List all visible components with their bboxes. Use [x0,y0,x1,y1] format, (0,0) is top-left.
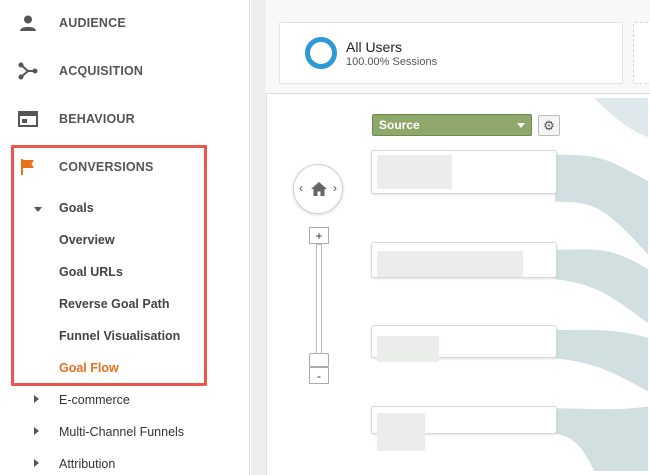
nav-conversions-label: CONVERSIONS [59,160,154,174]
nav-attribution[interactable]: Attribution [59,452,115,475]
zoom-in-button[interactable]: + [309,227,329,244]
nav-conversions[interactable]: CONVERSIONS [0,151,250,183]
flow-node[interactable] [371,406,557,451]
segment-bar: All Users 100.00% Sessions [266,0,650,94]
pan-left-button[interactable]: ‹ [299,181,303,195]
flow-node[interactable] [371,325,557,362]
source-dimension-label: Source [379,118,420,132]
chevron-right-icon [34,427,42,437]
gear-icon: ⚙ [543,117,555,133]
nav-behaviour[interactable]: BEHAVIOUR [0,103,250,135]
nav-audience-label: AUDIENCE [59,16,126,30]
nav-goal-urls[interactable]: Goal URLs [59,260,123,284]
zoom-out-button[interactable]: - [309,367,329,384]
redacted-label [377,413,425,451]
segment-subtitle: 100.00% Sessions [346,56,438,68]
nav-behaviour-label: BEHAVIOUR [59,112,135,126]
behaviour-icon [17,108,39,130]
nav-audience[interactable]: AUDIENCE [0,7,250,39]
nav-multi-channel-funnels[interactable]: Multi-Channel Funnels [59,420,184,444]
zoom-slider-handle[interactable] [309,353,329,367]
segment-card-all-users[interactable]: All Users 100.00% Sessions [279,22,623,84]
add-segment-card[interactable] [633,22,650,84]
redacted-label [377,336,439,362]
zoom-slider-track[interactable] [316,244,322,367]
acquisition-icon [17,60,39,82]
sidebar: AUDIENCE ACQUISITION BEHAVIOUR CONVERSIO… [0,0,250,475]
nav-goal-flow[interactable]: Goal Flow [59,356,119,380]
segment-ring-icon [305,37,337,69]
segment-title: All Users [346,39,403,55]
pan-right-button[interactable]: › [333,181,337,195]
flag-icon [17,156,39,178]
flow-node[interactable] [371,242,557,278]
flow-node[interactable] [371,150,557,194]
flow-connections [555,98,648,471]
home-icon[interactable] [309,180,329,198]
nav-reverse-goal-path[interactable]: Reverse Goal Path [59,292,169,316]
pan-control: ‹ › [293,164,343,214]
chevron-right-icon [34,395,42,405]
source-dimension-dropdown[interactable]: Source [372,114,532,136]
chevron-right-icon [34,459,42,469]
nav-acquisition[interactable]: ACQUISITION [0,55,250,87]
nav-acquisition-label: ACQUISITION [59,64,144,78]
redacted-label [377,251,523,277]
nav-funnel-visualisation[interactable]: Funnel Visualisation [59,324,180,348]
chevron-down-icon [517,123,525,128]
nav-ecommerce[interactable]: E-commerce [59,388,130,412]
nav-goals[interactable]: Goals [59,196,94,220]
person-icon [17,12,39,34]
chevron-down-icon [34,205,42,215]
nav-goals-overview[interactable]: Overview [59,228,115,252]
redacted-label [377,155,452,189]
